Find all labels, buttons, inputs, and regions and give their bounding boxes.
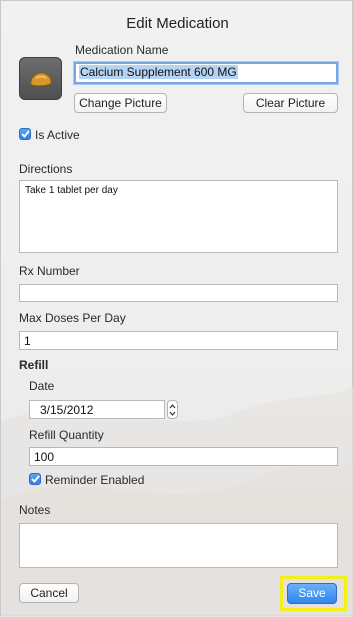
is-active-checkbox[interactable] [19, 128, 31, 140]
date-stepper[interactable] [167, 400, 178, 419]
notes-label: Notes [19, 503, 51, 517]
max-doses-value: 1 [24, 334, 31, 348]
refill-quantity-label: Refill Quantity [29, 428, 104, 442]
refill-date-value: 3/15/2012 [40, 403, 94, 417]
max-doses-label: Max Doses Per Day [19, 311, 126, 325]
rx-number-field[interactable] [19, 284, 338, 302]
dialog-title: Edit Medication [126, 15, 229, 32]
refill-date-label: Date [29, 379, 55, 393]
refill-date-field[interactable]: 3/15/2012 [29, 400, 165, 419]
is-active-label: Is Active [35, 128, 80, 142]
edit-medication-dialog: Edit Medication Medication Name Calcium … [0, 0, 353, 617]
medication-name-value: Calcium Supplement 600 MG [79, 65, 238, 79]
save-button[interactable]: Save [287, 583, 337, 604]
medication-name-label: Medication Name [75, 43, 169, 57]
clear-picture-button[interactable]: Clear Picture [243, 93, 338, 113]
checkmark-icon [20, 130, 30, 138]
reminder-enabled-label: Reminder Enabled [45, 473, 145, 487]
stepper-arrows-icon [169, 403, 176, 416]
notes-textarea[interactable] [19, 523, 338, 568]
cancel-button[interactable]: Cancel [19, 583, 79, 603]
directions-textarea[interactable]: Take 1 tablet per day [19, 180, 338, 253]
directions-value: Take 1 tablet per day [25, 185, 118, 196]
rx-number-label: Rx Number [19, 264, 80, 278]
directions-label: Directions [19, 162, 73, 176]
reminder-enabled-checkbox[interactable] [29, 473, 41, 485]
medication-name-field[interactable]: Calcium Supplement 600 MG [74, 62, 338, 84]
change-picture-button[interactable]: Change Picture [74, 93, 167, 113]
checkmark-icon [30, 475, 40, 483]
refill-heading: Refill [19, 358, 49, 372]
pill-icon [29, 71, 52, 86]
refill-quantity-value: 100 [34, 450, 55, 464]
max-doses-field[interactable]: 1 [19, 331, 338, 350]
medication-picture[interactable] [19, 57, 62, 100]
refill-quantity-field[interactable]: 100 [29, 447, 338, 466]
